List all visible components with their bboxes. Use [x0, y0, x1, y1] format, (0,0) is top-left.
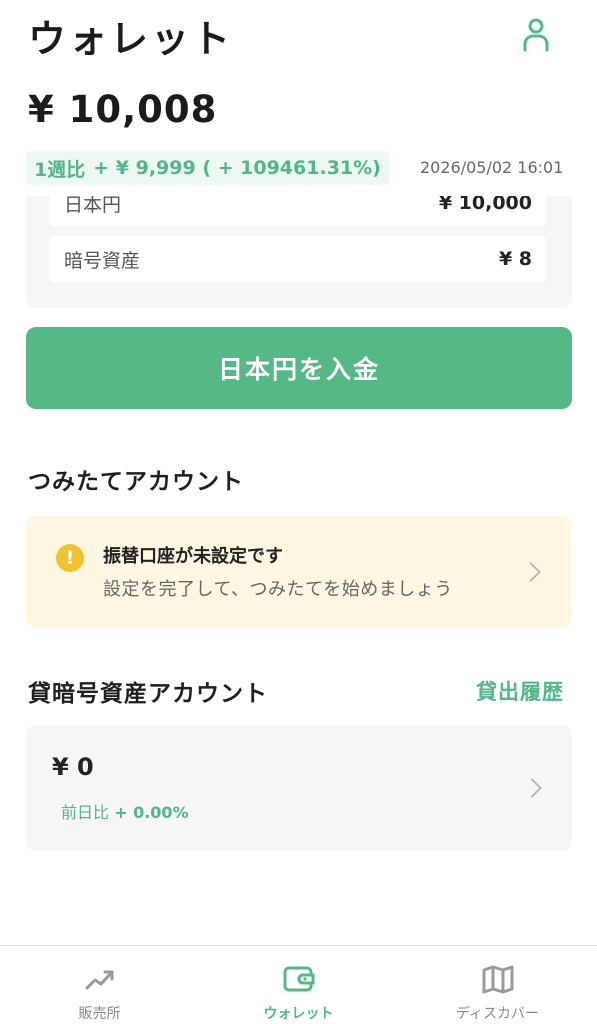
chevron-right-icon	[521, 562, 541, 582]
lending-account-card[interactable]: ¥ 0 前日比 + 0.00%	[26, 725, 572, 851]
deposit-jpy-button[interactable]: 日本円を入金	[26, 327, 572, 409]
summary-row-label: 暗号資産	[64, 249, 141, 272]
tsumitate-section-title: つみたてアカウント	[28, 469, 244, 495]
notice-subtitle: 設定を完了して、つみたてを始めましょう	[103, 579, 453, 600]
balance-timestamp: 2026/05/02 16:01	[420, 158, 564, 177]
wallet-icon	[283, 966, 314, 992]
chevron-right-icon	[522, 778, 542, 798]
transfer-account-notice[interactable]: ! 振替口座が未設定です 設定を完了して、つみたてを始めましょう	[26, 516, 572, 627]
weekly-change-badge: 1週比 + ¥ 9,999 ( + 109461.31%)	[26, 151, 389, 185]
warning-icon: !	[56, 544, 84, 572]
nav-item-discover[interactable]: ディスカバー	[398, 946, 597, 1024]
wallet-header: ウォレット ¥ 10,008 1週比 + ¥ 9,999 ( + 109461.…	[0, 0, 597, 196]
lending-balance: ¥ 0	[52, 753, 94, 781]
map-icon	[482, 965, 513, 994]
lending-daily-change: 前日比 + 0.00%	[61, 799, 189, 823]
lending-change-value: + 0.00%	[114, 803, 189, 822]
notice-title: 振替口座が未設定です	[103, 546, 283, 567]
nav-item-exchange[interactable]: 販売所	[0, 946, 199, 1024]
nav-item-label: 販売所	[78, 1006, 121, 1022]
weekly-change-label: 1週比	[34, 158, 86, 181]
summary-row-value: ¥ 8	[498, 248, 532, 270]
trend-icon	[85, 970, 113, 990]
summary-row-crypto[interactable]: 暗号資産 ¥ 8	[50, 236, 546, 282]
bottom-nav: 販売所 ウォレット ディスカバー	[0, 945, 597, 1024]
lending-change-label: 前日比	[61, 803, 110, 822]
total-balance: ¥ 10,008	[28, 88, 218, 131]
nav-item-label: ウォレット	[263, 1006, 334, 1022]
profile-button[interactable]	[516, 14, 556, 54]
lending-history-link[interactable]: 貸出履歴	[476, 676, 564, 706]
nav-item-wallet[interactable]: ウォレット	[199, 946, 398, 1024]
weekly-change-value: + ¥ 9,999 ( + 109461.31%)	[93, 157, 381, 179]
user-icon	[523, 18, 549, 52]
lending-section-title: 貸暗号資産アカウント	[28, 681, 268, 707]
page-title: ウォレット	[28, 17, 234, 61]
nav-item-label: ディスカバー	[455, 1006, 540, 1022]
